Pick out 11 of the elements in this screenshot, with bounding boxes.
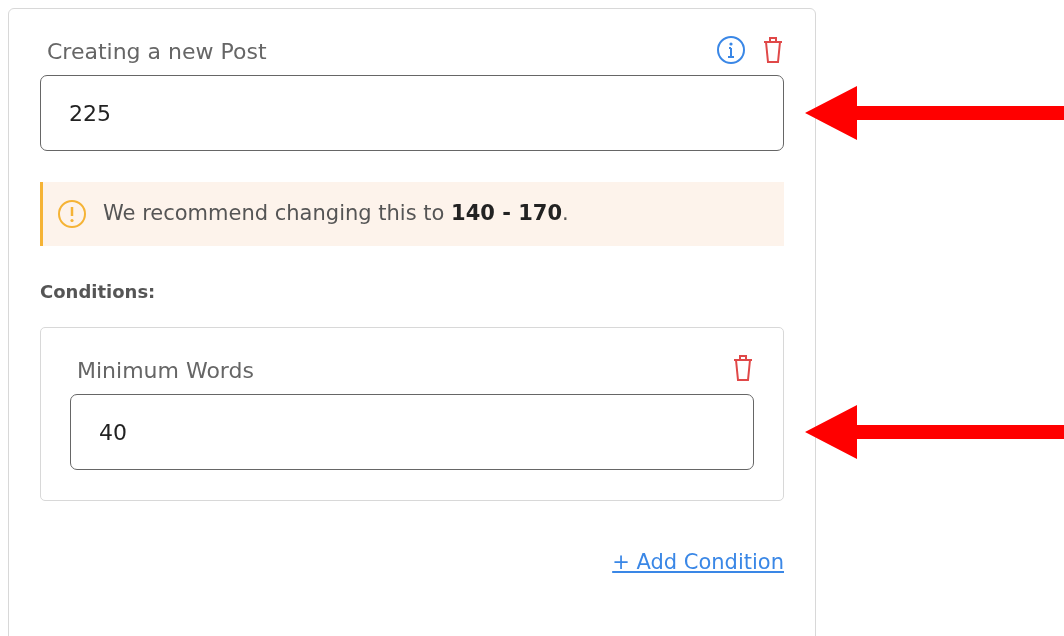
trash-icon[interactable] bbox=[732, 354, 754, 382]
section-label: Conditions: bbox=[40, 280, 157, 304]
input-field[interactable]: 225 bbox=[40, 75, 784, 151]
alert-message: We recommend changing this to 140 - 170. bbox=[103, 200, 569, 228]
field-label: Creating a new Post bbox=[47, 38, 267, 66]
trash-icon[interactable] bbox=[762, 36, 784, 64]
add-condition-link[interactable]: + Add Condition bbox=[612, 547, 784, 579]
warning-icon bbox=[57, 199, 87, 229]
field-label: Minimum Words bbox=[77, 357, 254, 385]
info-icon[interactable] bbox=[716, 35, 746, 65]
input-field[interactable]: 40 bbox=[70, 394, 754, 470]
